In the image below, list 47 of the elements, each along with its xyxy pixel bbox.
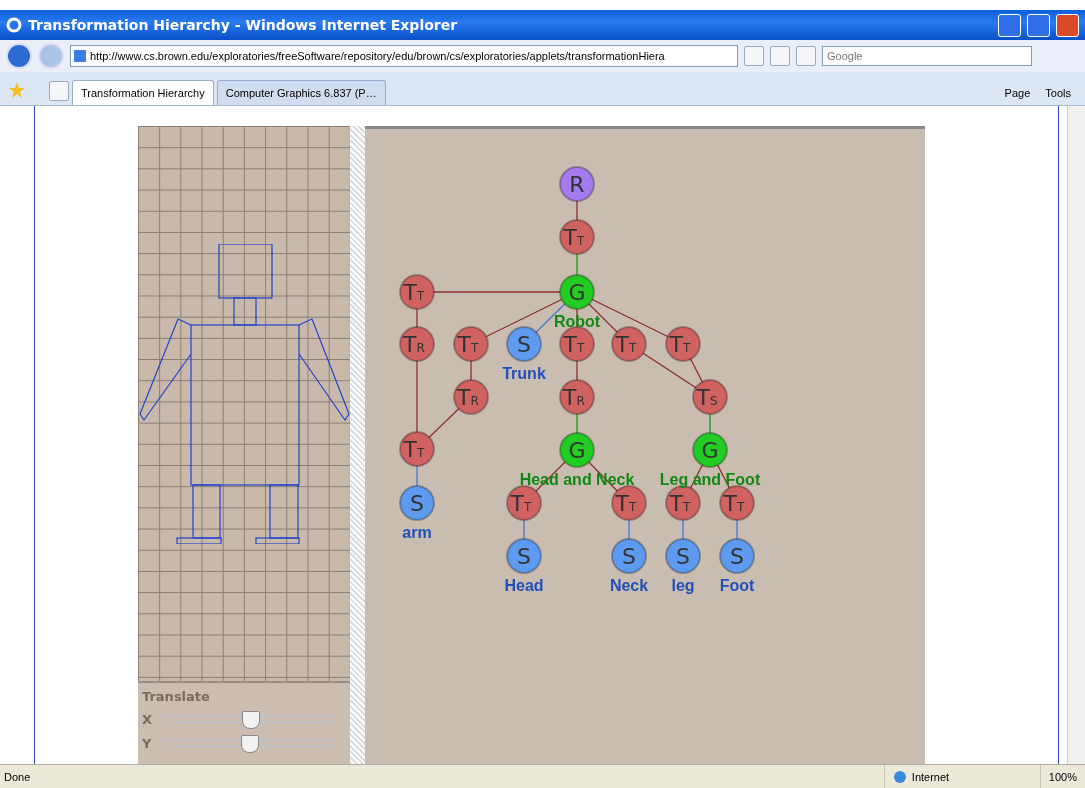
slider-thumb[interactable] bbox=[242, 711, 261, 729]
node-label: arm bbox=[402, 524, 432, 541]
browser-tab[interactable]: Transformation Hierarchy bbox=[72, 80, 214, 105]
shape-node[interactable]: S bbox=[399, 485, 435, 521]
root-node[interactable]: R bbox=[559, 166, 595, 202]
slider-label: X bbox=[142, 711, 153, 727]
browser-icon bbox=[6, 17, 22, 33]
dropdown-button[interactable] bbox=[744, 46, 764, 66]
shape-node[interactable]: S bbox=[611, 538, 647, 574]
slider-label: Y bbox=[142, 735, 152, 751]
group-node[interactable]: G bbox=[692, 432, 728, 468]
browser-tab[interactable]: Computer Graphics 6.837 (P… bbox=[216, 80, 386, 105]
status-text: Done bbox=[3, 770, 32, 783]
close-button[interactable] bbox=[1056, 13, 1079, 37]
zoom-button[interactable]: 100% bbox=[1039, 765, 1085, 788]
slider-thumb[interactable] bbox=[241, 735, 260, 753]
scrollbar[interactable] bbox=[1067, 106, 1085, 764]
node-label: Neck bbox=[609, 577, 649, 594]
group-node[interactable]: G bbox=[559, 432, 595, 468]
minimize-button[interactable] bbox=[998, 13, 1021, 37]
shape-node[interactable]: S bbox=[719, 538, 755, 574]
quick-tabs-button[interactable] bbox=[49, 81, 69, 101]
window-title: Transformation Hierarchy - Windows Internet Explorer bbox=[28, 17, 459, 33]
shape-node[interactable]: S bbox=[506, 326, 542, 362]
node-label: Trunk bbox=[502, 365, 546, 382]
node-label: Head bbox=[504, 577, 544, 594]
back-button[interactable] bbox=[6, 43, 32, 69]
page-icon bbox=[74, 50, 86, 62]
search-field[interactable]: Google bbox=[822, 46, 1032, 66]
stop-button[interactable] bbox=[796, 46, 816, 66]
forward-button[interactable] bbox=[38, 43, 64, 69]
node-label: leg bbox=[671, 577, 695, 594]
node-label: Foot bbox=[719, 577, 755, 594]
command-button[interactable]: Page bbox=[998, 87, 1037, 105]
zone-indicator: Internet bbox=[883, 765, 1040, 788]
command-button[interactable]: Tools bbox=[1039, 87, 1077, 105]
shape-node[interactable]: S bbox=[506, 538, 542, 574]
star-icon[interactable] bbox=[8, 81, 26, 99]
node-label: Leg and Foot bbox=[659, 471, 761, 488]
shape-node[interactable]: S bbox=[665, 538, 701, 574]
splitter-bar[interactable] bbox=[350, 126, 365, 764]
maximize-button[interactable] bbox=[1027, 13, 1050, 37]
globe-icon bbox=[892, 769, 907, 784]
controls-title: Translate bbox=[142, 689, 211, 704]
refresh-button[interactable] bbox=[770, 46, 790, 66]
group-node[interactable]: G bbox=[559, 274, 595, 310]
address-field[interactable]: http://www.cs.brown.edu/exploratories/freeSoftware/repository/edu/brown/cs/exploratories/applets/transformationHiera bbox=[70, 45, 738, 67]
